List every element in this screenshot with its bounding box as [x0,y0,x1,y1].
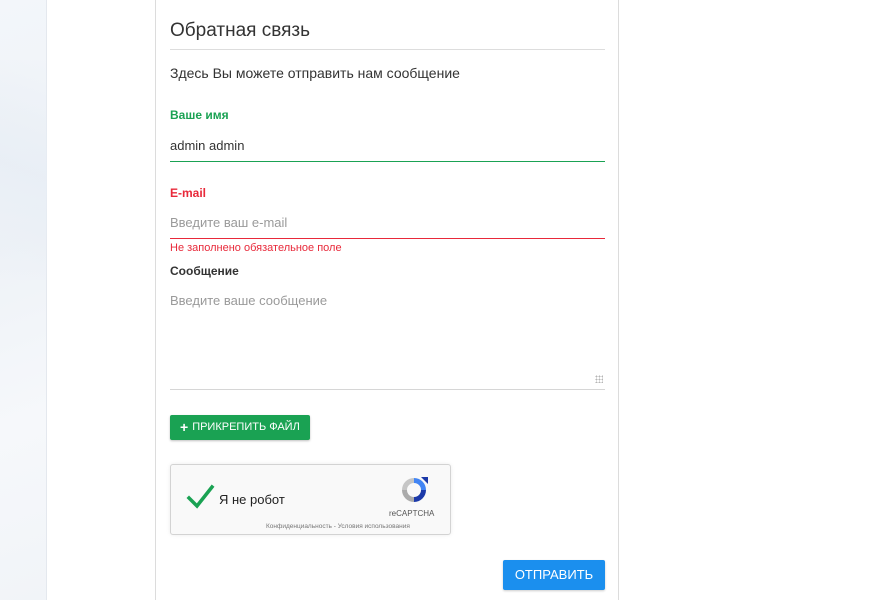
message-label: Сообщение [170,264,239,278]
captcha-checkbox-label[interactable]: Я не робот [219,492,285,507]
form-title: Обратная связь [170,20,605,50]
checkmark-icon[interactable] [185,482,215,512]
page-background-left [0,0,47,600]
name-label: Ваше имя [170,108,229,122]
name-field[interactable]: admin admin [170,130,605,162]
email-error-message: Не заполнено обязательное поле [170,242,342,254]
form-subtitle: Здесь Вы можете отправить нам сообщение [170,65,460,81]
recaptcha-logo-icon [402,477,428,502]
attach-file-button[interactable]: + ПРИКРЕПИТЬ ФАЙЛ [170,415,310,440]
email-field[interactable]: Введите ваш e-mail [170,207,605,239]
attach-file-label: ПРИКРЕПИТЬ ФАЙЛ [192,421,300,433]
email-label: E-mail [170,186,207,200]
plus-icon: + [180,419,189,435]
resize-handle-icon[interactable] [595,375,603,383]
recaptcha-brand: reCAPTCHA [389,509,435,518]
recaptcha-terms-link[interactable]: Конфиденциальность - Условия использован… [266,523,410,530]
submit-button[interactable]: ОТПРАВИТЬ [503,560,605,590]
message-textarea[interactable]: Введите ваше сообщение [170,285,605,390]
recaptcha-widget: Я не робот reCAPTCHA Конфиденциальность … [170,464,451,535]
feedback-form-card: Обратная связь Здесь Вы можете отправить… [155,0,619,600]
message-placeholder: Введите ваше сообщение [170,293,328,308]
